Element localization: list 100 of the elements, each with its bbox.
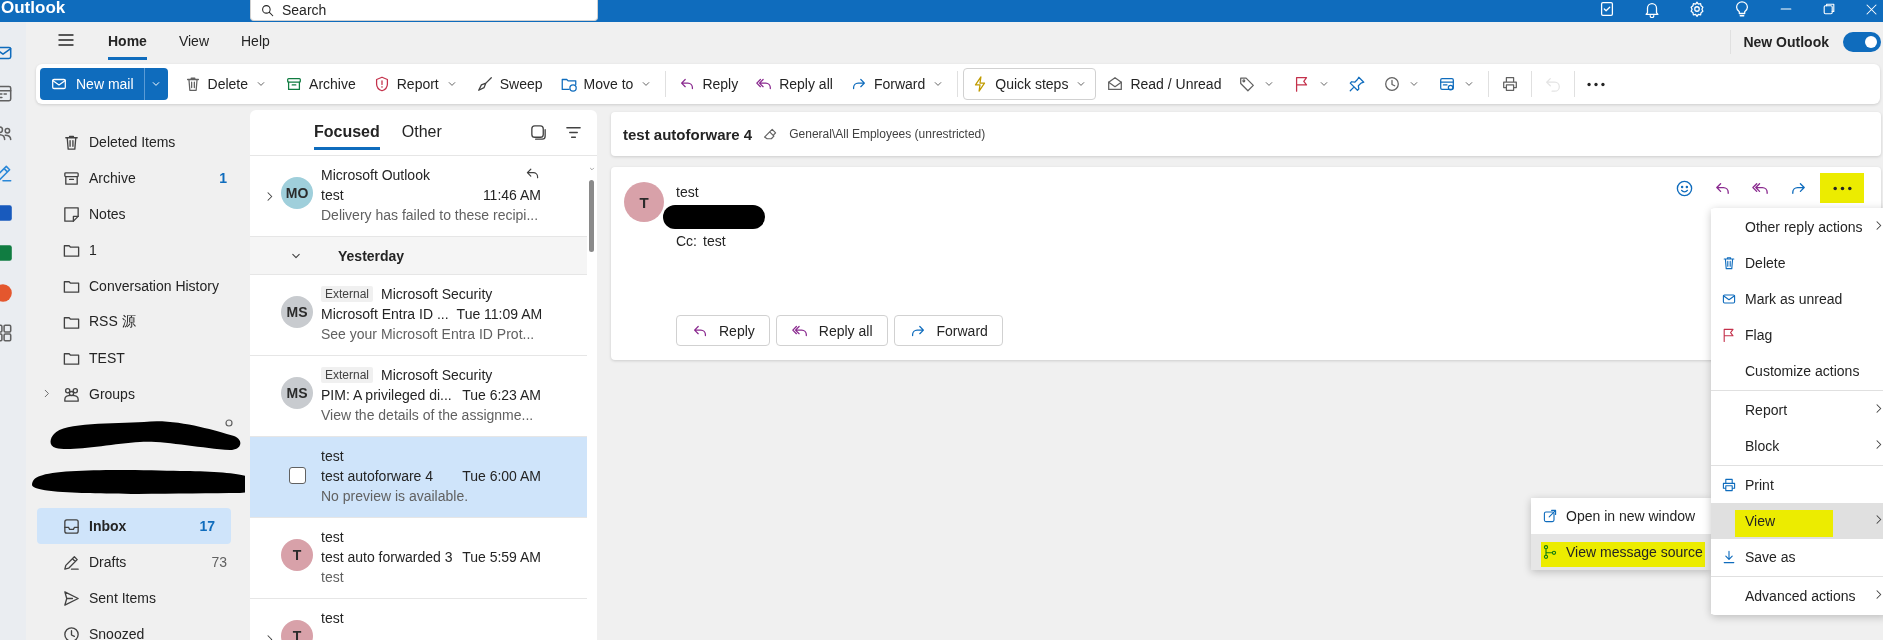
message-item[interactable]: MS External Microsoft Security Microsoft Entra ID ... Tue 11:09 AM See your Microsoft Entra ID Prot...: [250, 275, 587, 356]
sender-name: test: [321, 529, 344, 545]
folder-name: RSS 源: [89, 313, 136, 331]
folder-name: Inbox: [89, 518, 127, 534]
message-preview: No preview is available.: [321, 488, 469, 504]
more-actions-button[interactable]: [1820, 173, 1864, 203]
task-icon[interactable]: [1598, 0, 1616, 18]
message-item[interactable]: T test test auto forwarded 3 Tue 5:59 AM test: [250, 518, 587, 599]
inbox-tab[interactable]: Other: [401, 115, 442, 150]
message-preview: Delivery has failed to these recipi...: [321, 207, 539, 223]
search-field[interactable]: Search: [250, 0, 598, 21]
message-preview: See your Microsoft Entra ID Prot...: [321, 326, 535, 342]
reply-button[interactable]: Reply: [676, 315, 770, 346]
folder-item[interactable]: Sent Items: [37, 580, 243, 616]
sensitivity-label: General\All Employees (unrestricted): [789, 127, 986, 141]
restore-icon[interactable]: [1821, 1, 1837, 17]
message-subject: test auto forwarded 3: [321, 549, 453, 565]
inbox-tab[interactable]: Focused: [314, 115, 380, 150]
message-item[interactable]: test test autoforware 4 Tue 6:00 AM No preview is available.: [250, 437, 587, 518]
download-icon: [1721, 549, 1737, 565]
external-tag: External: [321, 286, 374, 302]
sweep-button[interactable]: Sweep: [468, 68, 550, 100]
folder-name: Drafts: [89, 554, 127, 570]
message-time: Tue 5:59 AM: [462, 549, 541, 565]
folder-item[interactable]: Conversation History: [37, 268, 243, 304]
folder-item[interactable]: Snoozed: [37, 616, 243, 640]
app-title: Outlook: [0, 0, 67, 15]
checkbox[interactable]: [289, 467, 306, 484]
folder-item[interactable]: Groups: [37, 376, 243, 412]
forward-button[interactable]: Forward: [893, 315, 1003, 346]
folder-name: 1: [89, 242, 97, 258]
folder-item[interactable]: TEST: [37, 340, 243, 376]
emoji-icon: [1674, 178, 1694, 198]
menu-item[interactable]: View: [1711, 503, 1883, 539]
reply-all-button[interactable]: Reply all: [775, 315, 888, 346]
branch-icon: [1542, 544, 1558, 560]
toggle-switch[interactable]: [1843, 32, 1881, 52]
lightbulb-icon[interactable]: [1733, 0, 1751, 18]
unread-count: 17: [199, 518, 215, 534]
move-to-button[interactable]: Move to: [552, 68, 661, 100]
sender-name: Microsoft Security: [381, 367, 493, 383]
folder-name: Groups: [89, 386, 135, 402]
menu-item[interactable]: View message source: [1531, 534, 1711, 570]
avatar: MS: [281, 377, 313, 409]
message-preview: View the details of the assignme...: [321, 407, 534, 423]
folder-name: Notes: [89, 206, 126, 222]
folder-item[interactable]: Notes: [37, 196, 243, 232]
sender-name: test: [321, 448, 344, 464]
scrollbar-thumb[interactable]: [589, 180, 594, 252]
folder-item[interactable]: Archive 1: [37, 160, 243, 196]
unread-count: 1: [219, 170, 227, 186]
quick-steps-button[interactable]: Quick steps: [963, 68, 1097, 100]
message-time: Tue 11:09 AM: [456, 306, 543, 322]
note-icon: [62, 204, 81, 224]
settings-icon[interactable]: [1688, 0, 1706, 18]
trash-icon: [1721, 255, 1737, 271]
archive-button[interactable]: Archive: [278, 68, 363, 100]
folder-name: Conversation History: [89, 278, 219, 294]
avatar: MS: [281, 296, 313, 328]
reply-all-button[interactable]: Reply all: [748, 68, 840, 100]
menu-item[interactable]: Report: [1711, 392, 1883, 428]
message-subject-heading: test autoforware 4: [623, 125, 753, 143]
reply-button[interactable]: Reply: [671, 68, 746, 100]
new-outlook-label: New Outlook: [1743, 34, 1829, 50]
ribbon-tab[interactable]: Help: [241, 24, 270, 60]
flag-icon: [1721, 327, 1737, 343]
menu-item[interactable]: Advanced actions: [1711, 578, 1883, 614]
message-time: Tue 6:23 AM: [462, 387, 541, 403]
new-mail-button[interactable]: New mail: [40, 68, 144, 100]
avatar: T: [624, 182, 664, 222]
folder-item[interactable]: Drafts 73: [37, 544, 243, 580]
report-button[interactable]: Report: [365, 68, 466, 100]
folder-name: Sent Items: [89, 590, 156, 606]
group-header[interactable]: Yesterday: [250, 237, 587, 275]
message-subject: Microsoft Entra ID ...: [321, 306, 449, 322]
print-icon: [1721, 477, 1737, 493]
ribbon-tab[interactable]: View: [178, 24, 209, 60]
menu-item[interactable]: Open in new window: [1531, 498, 1711, 534]
select-icon[interactable]: [529, 123, 548, 142]
cc-recipient: test: [703, 233, 726, 249]
folder-name: Archive: [89, 170, 136, 186]
avatar: T: [281, 539, 313, 571]
forward-button[interactable]: Forward: [842, 68, 953, 100]
send-icon: [62, 588, 81, 608]
delete-button[interactable]: Delete: [176, 68, 276, 100]
folder-item[interactable]: 1: [37, 232, 243, 268]
folder-item[interactable]: RSS 源: [37, 304, 243, 340]
folder-name: Snoozed: [89, 626, 145, 640]
sender-name: Microsoft Security: [381, 286, 493, 302]
search-icon: [260, 3, 275, 18]
message-time: Tue 6:00 AM: [462, 468, 541, 484]
ribbon-tab[interactable]: Home: [108, 24, 147, 60]
menu-item[interactable]: Other reply actions: [1711, 209, 1883, 245]
notifications-icon[interactable]: [1643, 0, 1661, 18]
read-unread-button[interactable]: Read / Unread: [1099, 68, 1229, 100]
folder-item[interactable]: Deleted Items: [37, 124, 243, 160]
avatar: MO: [281, 177, 313, 209]
menu-item[interactable]: Block: [1711, 428, 1883, 464]
folder-name: Deleted Items: [89, 134, 176, 150]
folder-item[interactable]: Inbox 17: [37, 508, 231, 544]
